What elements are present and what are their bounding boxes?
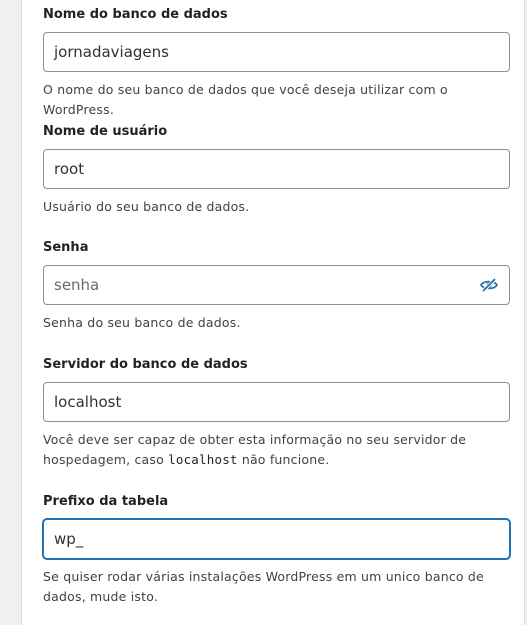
db-host-field: Servidor do banco de dados localhost Voc… <box>43 357 510 470</box>
table-prefix-description: Se quiser rodar várias instalações WordP… <box>43 569 484 604</box>
table-prefix-label: Prefixo da tabela <box>43 494 169 509</box>
db-name-value: jornadaviagens <box>54 43 169 61</box>
password-label: Senha <box>43 240 89 255</box>
setup-form-card: Nome do banco de dados jornadaviagens O … <box>21 0 525 625</box>
table-prefix-value: wp_ <box>54 530 84 548</box>
password-description: Senha do seu banco de dados. <box>43 315 241 330</box>
table-prefix-field: Prefixo da tabela wp_ Se quiser rodar vá… <box>43 494 510 607</box>
db-name-field: Nome do banco de dados jornadaviagens O … <box>43 7 510 120</box>
db-host-label: Servidor do banco de dados <box>43 357 248 372</box>
db-host-value: localhost <box>54 393 122 411</box>
username-label: Nome de usuário <box>43 124 168 139</box>
db-host-input[interactable]: localhost <box>43 382 510 422</box>
username-field: Nome de usuário root Usuário do seu banc… <box>43 124 510 217</box>
db-name-input[interactable]: jornadaviagens <box>43 32 510 72</box>
db-host-description-end: não funcione. <box>237 452 330 467</box>
db-name-description: O nome do seu banco de dados que você de… <box>43 82 448 117</box>
username-description: Usuário do seu banco de dados. <box>43 199 250 214</box>
eye-slash-icon[interactable] <box>479 275 499 295</box>
username-input[interactable]: root <box>43 149 510 189</box>
db-name-label: Nome do banco de dados <box>43 7 228 22</box>
username-value: root <box>54 160 85 178</box>
db-host-description-code: localhost <box>168 452 238 467</box>
db-host-description: Você deve ser capaz de obter esta inform… <box>43 430 510 470</box>
password-input[interactable]: senha <box>43 265 510 305</box>
table-prefix-input[interactable]: wp_ <box>43 519 510 559</box>
password-field: Senha senha Senha do seu banco de dados. <box>43 240 510 333</box>
password-placeholder: senha <box>54 276 100 294</box>
